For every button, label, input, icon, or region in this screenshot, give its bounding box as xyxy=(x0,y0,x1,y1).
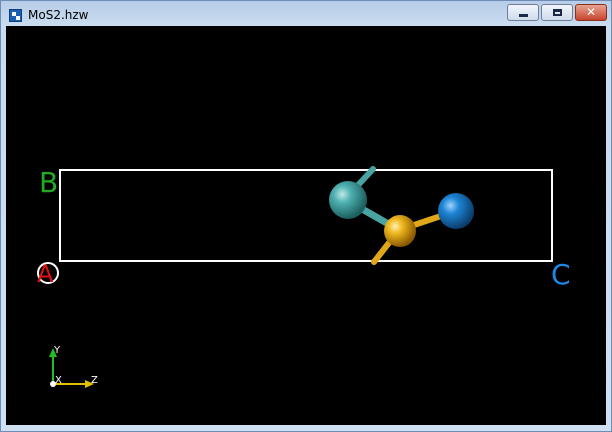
minimize-icon xyxy=(519,14,528,17)
window-title: MoS2.hzw xyxy=(28,8,89,22)
maximize-icon xyxy=(553,9,562,16)
lattice-label-b: B xyxy=(39,166,59,199)
structure-viewport[interactable]: Y X Z B A C xyxy=(6,26,606,425)
close-button[interactable]: ✕ xyxy=(575,4,607,21)
structure-canvas[interactable]: Y X Z xyxy=(6,26,606,425)
atom-mo[interactable] xyxy=(329,181,367,219)
lattice-label-c: C xyxy=(551,258,571,291)
axis-label-y: Y xyxy=(53,345,61,356)
axis-label-z: Z xyxy=(91,375,98,386)
lattice-label-a: A xyxy=(37,260,54,288)
axis-label-x: X xyxy=(55,375,62,386)
close-icon: ✕ xyxy=(585,5,597,19)
unit-cell-box xyxy=(59,169,553,262)
minimize-button[interactable] xyxy=(507,4,539,21)
atom-s[interactable] xyxy=(384,215,416,247)
maximize-button[interactable] xyxy=(541,4,573,21)
atom-blue[interactable] xyxy=(438,193,474,229)
window-frame: MoS2.hzw ✕ Y X Z B A C xyxy=(0,0,612,432)
title-bar[interactable]: MoS2.hzw ✕ xyxy=(1,1,612,25)
app-icon xyxy=(9,9,22,22)
